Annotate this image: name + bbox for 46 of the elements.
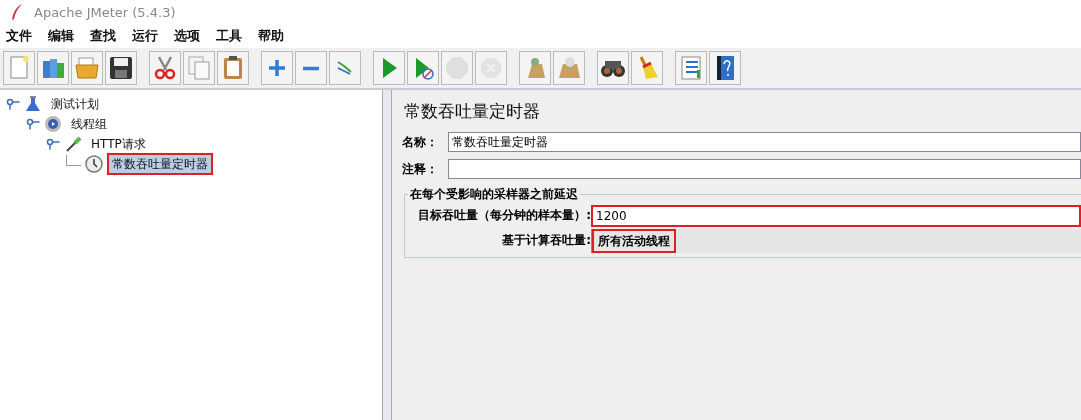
clock-icon <box>85 155 103 173</box>
scissors-button[interactable] <box>149 51 181 85</box>
tree-handle-icon[interactable] <box>6 98 20 110</box>
menu-item[interactable]: 工具 <box>216 27 242 45</box>
field-label: 名称： <box>402 133 439 151</box>
minus-button[interactable] <box>295 51 327 85</box>
group-title: 在每个受影响的采样器之前延迟 <box>409 186 579 203</box>
clipboard-button[interactable] <box>217 51 249 85</box>
tree-handle-icon[interactable] <box>46 138 60 150</box>
comment-field[interactable] <box>448 159 1081 179</box>
panel-title: 常数吞吐量定时器 <box>404 100 541 123</box>
plus-button[interactable] <box>261 51 293 85</box>
tree-item[interactable]: 线程组 <box>66 113 112 135</box>
menu-item[interactable]: 运行 <box>132 27 158 45</box>
play-button[interactable] <box>407 51 439 85</box>
books-button[interactable] <box>37 51 69 85</box>
floppy-disk-button[interactable] <box>105 51 137 85</box>
document-button[interactable] <box>3 51 35 85</box>
minus-icon <box>302 65 320 71</box>
flask-icon <box>24 95 42 113</box>
menu-item[interactable]: 选项 <box>174 27 200 45</box>
window-title: Apache JMeter (5.4.3) <box>34 4 176 20</box>
tree-item[interactable]: 常数吞吐量定时器 <box>107 153 213 175</box>
field-label: 目标吞吐量（每分钟的样本量）: <box>417 207 591 224</box>
binoculars-button[interactable] <box>597 51 629 85</box>
menu-item[interactable]: 帮助 <box>258 27 284 45</box>
throughput-field[interactable]: 1200 <box>591 204 1081 227</box>
broom-button[interactable] <box>631 51 663 85</box>
pipette-icon <box>64 135 82 153</box>
name-field[interactable]: 常数吞吐量定时器 <box>448 132 1081 152</box>
field-label: 注释： <box>402 160 439 178</box>
help-book-button[interactable] <box>709 51 741 85</box>
play-button[interactable] <box>373 51 405 85</box>
tree-item[interactable]: 测试计划 <box>46 93 104 115</box>
selected-value: 所有活动线程 <box>592 228 676 253</box>
feather-icon <box>10 3 24 21</box>
list-button[interactable] <box>675 51 707 85</box>
menu-item[interactable]: 查找 <box>90 27 116 45</box>
tree-handle-icon[interactable] <box>26 118 40 130</box>
menu-item[interactable]: 文件 <box>6 27 32 45</box>
gear-icon <box>44 115 62 133</box>
calc-mode-dropdown[interactable]: 所有活动线程 <box>591 228 1081 253</box>
field-label: 基于计算吞吐量: <box>501 232 591 249</box>
splitter-handle[interactable] <box>383 90 392 420</box>
tree-item[interactable]: HTTP请求 <box>86 133 151 155</box>
menu-item[interactable]: 编辑 <box>48 27 74 45</box>
